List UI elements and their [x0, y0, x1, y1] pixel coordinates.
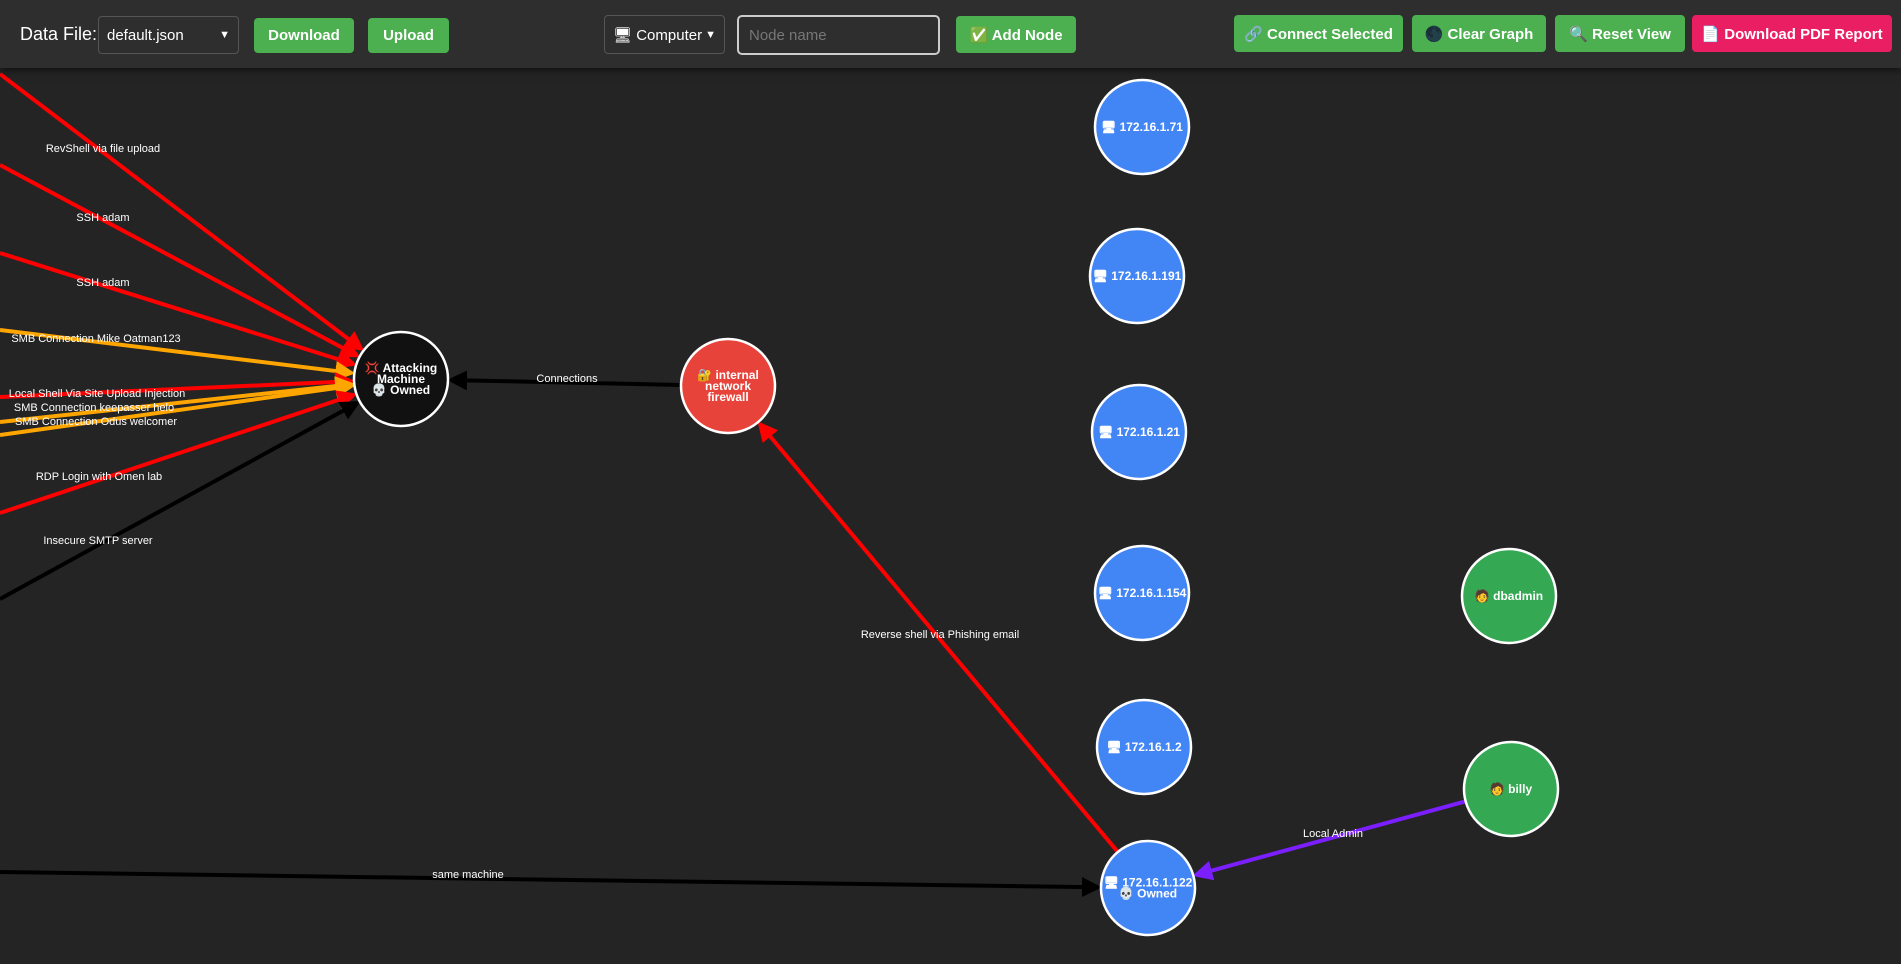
- edge-offscreen-a-attacker[interactable]: [0, 72, 365, 352]
- node-label: 🖥 172.16.1.154: [1098, 586, 1187, 600]
- edge-label: RDP Login with Omen lab: [36, 471, 162, 483]
- node-firewall[interactable]: 🔐 internalnetworkfirewall: [679, 337, 777, 435]
- edge-offscreen-c-attacker[interactable]: [0, 251, 358, 369]
- nodes-layer: 💢 AttackingMachine💀 Owned 🔐 internalnetwo…: [352, 78, 1560, 937]
- edge-label: RevShell via file upload: [46, 143, 160, 155]
- node-h21[interactable]: 🖥 172.16.1.21: [1090, 383, 1188, 481]
- edge-label: Connections: [536, 373, 598, 385]
- edge-label: Insecure SMTP server: [43, 535, 153, 547]
- edge-label: Reverse shell via Phishing email: [861, 629, 1019, 641]
- node-label: 🧑 dbadmin: [1475, 588, 1543, 603]
- connect-selected-button[interactable]: 🔗 Connect Selected: [1234, 15, 1403, 52]
- clear-graph-button[interactable]: 🌑 Clear Graph: [1412, 15, 1546, 52]
- add-node-button[interactable]: ✅ Add Node: [956, 16, 1076, 53]
- edge-label: Local Admin: [1303, 828, 1363, 840]
- edge-offscreen-i-attacker[interactable]: [0, 401, 361, 601]
- node-label: 🖥 172.16.1.71: [1101, 120, 1183, 134]
- node-attacker[interactable]: 💢 AttackingMachine💀 Owned: [352, 330, 450, 428]
- network-graph-canvas[interactable]: RevShell via file upload SSH adam SSH adam…: [0, 0, 1901, 964]
- toolbar: Data File: default.json ▼ Download Uploa…: [0, 0, 1901, 68]
- edge-label: SMB Connection keepasser helo: [14, 402, 174, 414]
- edge-label: SMB Connection Mike Oatman123: [11, 333, 180, 345]
- node-label: 🖥 172.16.1.21: [1098, 425, 1180, 439]
- node-h122[interactable]: 🖥 172.16.1.122💀 Owned: [1099, 839, 1197, 937]
- edge-label: SSH adam: [76, 277, 129, 289]
- edge-label: SMB Connection Odus welcomer: [15, 416, 177, 428]
- reset-view-button[interactable]: 🔍 Reset View: [1555, 15, 1685, 52]
- node-h191[interactable]: 🖥 172.16.1.191: [1088, 227, 1186, 325]
- node-h2[interactable]: 🖥 172.16.1.2: [1095, 698, 1193, 796]
- node-label: 💀 Owned: [372, 383, 430, 397]
- data-file-label: Data File:: [20, 24, 98, 44]
- node-label: 🖥 172.16.1.2: [1106, 740, 1182, 754]
- node-billy[interactable]: 🧑 billy: [1462, 740, 1560, 838]
- node-label: 🖥 172.16.1.191: [1093, 269, 1182, 283]
- node-type-select[interactable]: 🖥 Computer ▼: [604, 15, 725, 54]
- download-pdf-report-button[interactable]: 📄 Download PDF Report: [1692, 15, 1892, 52]
- chevron-down-icon: ▼: [219, 29, 230, 41]
- edge-label: same machine: [432, 869, 504, 881]
- edge-label: SSH adam: [76, 212, 129, 224]
- node-name-input[interactable]: [737, 15, 940, 55]
- data-file-select[interactable]: default.json ▼: [98, 16, 239, 54]
- upload-button[interactable]: Upload: [368, 18, 449, 53]
- node-label: 💀 Owned: [1119, 887, 1177, 901]
- node-h154[interactable]: 🖥 172.16.1.154: [1093, 544, 1191, 642]
- data-file-value: default.json: [107, 26, 184, 44]
- edge-offscreen-b-attacker[interactable]: [0, 163, 361, 358]
- node-type-value: 🖥 Computer: [613, 26, 703, 44]
- node-label: firewall: [707, 390, 748, 404]
- edges-layer: [0, 72, 1467, 898]
- chevron-down-icon: ▼: [705, 28, 716, 41]
- edge-label: Local Shell Via Site Upload Injection: [9, 388, 186, 400]
- node-label: 🧑 billy: [1490, 781, 1533, 796]
- node-dbadmin[interactable]: 🧑 dbadmin: [1460, 547, 1558, 645]
- edge-offscreen-j-h122[interactable]: [0, 870, 1103, 898]
- node-h71[interactable]: 🖥 172.16.1.71: [1093, 78, 1191, 176]
- download-button[interactable]: Download: [254, 18, 354, 53]
